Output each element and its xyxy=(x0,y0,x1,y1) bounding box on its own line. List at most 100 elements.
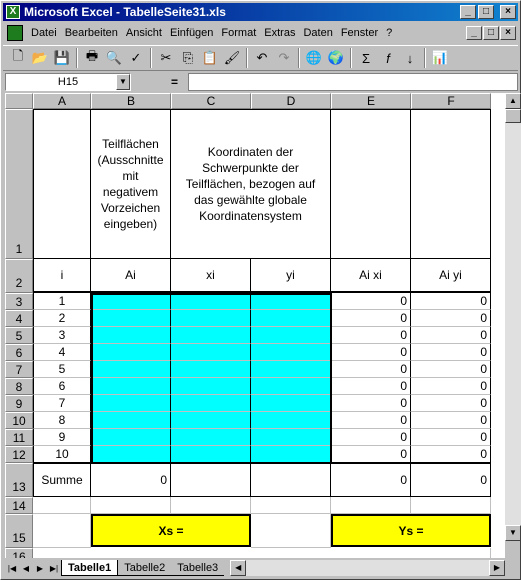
cell-d2[interactable]: yi xyxy=(251,259,331,293)
cell-yi[interactable] xyxy=(251,429,331,446)
format-painter-icon[interactable]: 🖌 xyxy=(221,47,243,69)
name-box[interactable]: H15 ▼ xyxy=(5,73,131,91)
print-preview-icon[interactable]: 🔍 xyxy=(103,47,125,69)
cell-yi[interactable] xyxy=(251,412,331,429)
cell-aixi[interactable]: 0 xyxy=(331,412,411,429)
cell-a14[interactable] xyxy=(33,497,91,514)
cell-aixi[interactable]: 0 xyxy=(331,395,411,412)
undo-icon[interactable]: ↶ xyxy=(251,47,273,69)
cell-aixi[interactable]: 0 xyxy=(331,429,411,446)
cell-yi[interactable] xyxy=(251,361,331,378)
worksheet-grid[interactable]: A B C D E F 1 2 3 4 5 6 7 8 9 10 11 12 1… xyxy=(5,93,505,558)
cell-aixi[interactable]: 0 xyxy=(331,293,411,310)
row-header-11[interactable]: 11 xyxy=(5,429,33,446)
cell-yi[interactable] xyxy=(251,310,331,327)
spellcheck-icon[interactable]: ✓ xyxy=(125,47,147,69)
tab-tabelle3[interactable]: Tabelle3 xyxy=(171,560,225,576)
hyperlink-icon[interactable]: 🌐 xyxy=(303,47,325,69)
autosum-icon[interactable]: Σ xyxy=(355,47,377,69)
menu-datei[interactable]: Datei xyxy=(27,27,61,39)
cell-i[interactable]: 6 xyxy=(33,378,91,395)
col-header-a[interactable]: A xyxy=(33,93,91,109)
cell-summe-xi[interactable] xyxy=(171,464,251,497)
chart-wizard-icon[interactable]: 📊 xyxy=(429,47,451,69)
select-all-corner[interactable] xyxy=(5,93,33,109)
cell-cd1[interactable]: Koordinaten der Schwerpunkte der Teilflä… xyxy=(171,109,331,259)
cell-aiyi[interactable]: 0 xyxy=(411,344,491,361)
cell-b2[interactable]: Ai xyxy=(91,259,171,293)
cell-aiyi[interactable]: 0 xyxy=(411,412,491,429)
cell-summe-yi[interactable] xyxy=(251,464,331,497)
scroll-left-icon[interactable]: ◀ xyxy=(230,560,247,576)
cell-a1[interactable] xyxy=(33,109,91,259)
cell-ai[interactable] xyxy=(91,412,171,429)
copy-icon[interactable]: ⎘ xyxy=(177,47,199,69)
row-header-1[interactable]: 1 xyxy=(5,109,33,259)
close-button[interactable]: × xyxy=(500,5,516,19)
col-header-b[interactable]: B xyxy=(91,93,171,109)
cell-ai[interactable] xyxy=(91,429,171,446)
formula-input[interactable] xyxy=(188,73,518,91)
cell-b1[interactable]: Teilflächen (Ausschnitte mit negativem V… xyxy=(91,109,171,259)
col-header-d[interactable]: D xyxy=(251,93,331,109)
last-sheet-icon[interactable]: ▶| xyxy=(47,561,61,575)
cell-ai[interactable] xyxy=(91,344,171,361)
cell-b14[interactable] xyxy=(91,497,171,514)
cell-i[interactable]: 3 xyxy=(33,327,91,344)
menu-format[interactable]: Format xyxy=(217,27,260,39)
row-header-15[interactable]: 15 xyxy=(5,514,33,548)
cell-xi[interactable] xyxy=(171,327,251,344)
cell-ai[interactable] xyxy=(91,327,171,344)
vertical-scrollbar[interactable]: ▲ ▼ xyxy=(505,93,521,541)
cell-aiyi[interactable]: 0 xyxy=(411,293,491,310)
sort-ascending-icon[interactable]: ↓ xyxy=(399,47,421,69)
cell-e14[interactable] xyxy=(331,497,411,514)
row-header-6[interactable]: 6 xyxy=(5,344,33,361)
row-header-10[interactable]: 10 xyxy=(5,412,33,429)
scroll-up-icon[interactable]: ▲ xyxy=(505,93,521,109)
cell-f2[interactable]: Ai yi xyxy=(411,259,491,293)
workbook-icon[interactable] xyxy=(7,25,23,41)
cell-ai[interactable] xyxy=(91,293,171,310)
menu-einfuegen[interactable]: Einfügen xyxy=(166,27,217,39)
cell-yi[interactable] xyxy=(251,344,331,361)
cut-icon[interactable]: ✂ xyxy=(155,47,177,69)
row-header-16[interactable]: 16 xyxy=(5,548,33,558)
cell-aiyi[interactable]: 0 xyxy=(411,429,491,446)
cell-a2[interactable]: i xyxy=(33,259,91,293)
cell-aiyi[interactable]: 0 xyxy=(411,361,491,378)
cell-row16[interactable] xyxy=(33,548,491,558)
cell-aixi[interactable]: 0 xyxy=(331,327,411,344)
cell-aixi[interactable]: 0 xyxy=(331,344,411,361)
cell-summe-aixi[interactable]: 0 xyxy=(331,464,411,497)
cell-xi[interactable] xyxy=(171,395,251,412)
cell-aiyi[interactable]: 0 xyxy=(411,395,491,412)
cell-aiyi[interactable]: 0 xyxy=(411,446,491,464)
cell-i[interactable]: 5 xyxy=(33,361,91,378)
cell-xi[interactable] xyxy=(171,412,251,429)
paste-icon[interactable]: 📋 xyxy=(199,47,221,69)
chevron-down-icon[interactable]: ▼ xyxy=(116,74,130,90)
ys-result-cell[interactable]: Ys = xyxy=(331,514,491,547)
cell-ai[interactable] xyxy=(91,361,171,378)
cell-a15[interactable] xyxy=(33,514,91,548)
cell-c14[interactable] xyxy=(171,497,251,514)
cell-aixi[interactable]: 0 xyxy=(331,446,411,464)
cell-i[interactable]: 10 xyxy=(33,446,91,464)
cell-i[interactable]: 4 xyxy=(33,344,91,361)
cell-yi[interactable] xyxy=(251,446,331,464)
cell-xi[interactable] xyxy=(171,361,251,378)
cell-i[interactable]: 9 xyxy=(33,429,91,446)
cell-summe-label[interactable]: Summe xyxy=(33,464,91,497)
cell-yi[interactable] xyxy=(251,293,331,310)
xs-result-cell[interactable]: Xs = xyxy=(91,514,251,547)
cell-e1[interactable] xyxy=(331,109,411,259)
excel-app-icon[interactable]: X xyxy=(6,5,20,19)
cell-f14[interactable] xyxy=(411,497,491,514)
redo-icon[interactable]: ↷ xyxy=(273,47,295,69)
col-header-f[interactable]: F xyxy=(411,93,491,109)
cell-aixi[interactable]: 0 xyxy=(331,361,411,378)
col-header-c[interactable]: C xyxy=(171,93,251,109)
cell-aiyi[interactable]: 0 xyxy=(411,378,491,395)
cell-yi[interactable] xyxy=(251,378,331,395)
